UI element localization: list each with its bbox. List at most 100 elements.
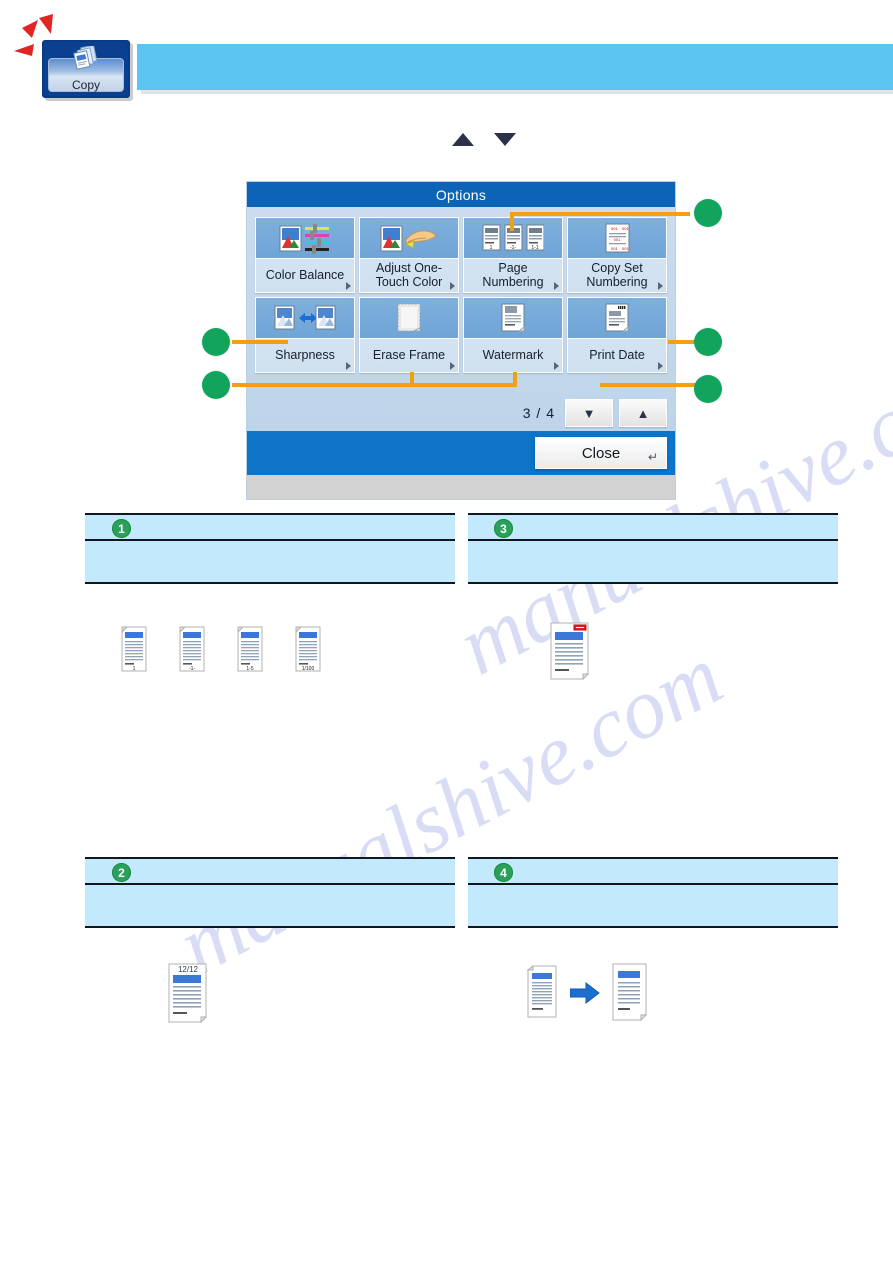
sample-doc-before-erase [526, 965, 557, 1018]
option-button-copy-set-numbering[interactable]: 001 001 001 001 001 Copy Set Numbering [567, 217, 667, 293]
color-balance-icon [256, 218, 354, 259]
option-button-watermark[interactable]: Watermark [463, 297, 563, 373]
callout-marker-5 [694, 375, 722, 403]
copy-tab-label: Copy [71, 78, 100, 92]
option-label: Copy Set Numbering [586, 261, 648, 289]
svg-text:1/100: 1/100 [302, 666, 315, 672]
options-grid: Color Balance Adjust One- Touch Color 1 … [255, 217, 667, 373]
arrow-right-icon [570, 981, 600, 1005]
dialog-pager: 3 / 4 ▼ ▲ [523, 399, 667, 427]
sample-doc-page-number-1: 1 [121, 626, 147, 672]
figure-group-print-date [548, 622, 592, 682]
close-button-label: Close [581, 444, 621, 462]
svg-text:001: 001 [611, 246, 618, 251]
description-panel-3 [468, 513, 838, 584]
chevron-right-icon [346, 362, 351, 370]
watermark-text-2: manualshive.com [162, 626, 737, 994]
option-button-print-date[interactable]: Print Date [567, 297, 667, 373]
svg-text:001: 001 [622, 246, 629, 251]
copy-documents-icon [69, 44, 103, 70]
panel-3-body [468, 541, 838, 584]
panel-4-heading [468, 859, 838, 885]
svg-text:1-1: 1-1 [531, 245, 538, 251]
sample-doc-after-erase [612, 963, 648, 1022]
page-indicator: 3 / 4 [522, 405, 555, 421]
banner-shadow [141, 90, 893, 94]
description-panel-4 [468, 857, 838, 928]
svg-text:001: 001 [614, 237, 621, 242]
dialog-footer: Close ↵ [247, 431, 675, 475]
chevron-right-icon [554, 362, 559, 370]
svg-text:-1-: -1- [189, 666, 195, 672]
triangle-up-icon: ▲ [636, 405, 650, 421]
svg-text:1: 1 [133, 666, 136, 672]
callout-marker-2 [202, 328, 230, 356]
leader-line-5h [600, 383, 700, 387]
page-prev-button[interactable]: ▼ [565, 399, 613, 427]
svg-text:1: 1 [490, 245, 493, 251]
option-button-erase-frame[interactable]: Erase Frame [359, 297, 459, 373]
leader-line-1h [510, 212, 690, 216]
triangle-down-icon [494, 133, 516, 146]
option-label: Print Date [589, 347, 645, 362]
sample-doc-page-number-3: 1-5 [237, 626, 263, 672]
sample-doc-page-number-4: 1/100 [295, 626, 321, 672]
sample-doc-page-number-2: -1- [179, 626, 205, 672]
panel-4-number-badge: 4 [494, 863, 513, 882]
triangle-up-icon [452, 133, 474, 146]
chevron-right-icon [658, 362, 663, 370]
leader-line-1v [510, 212, 514, 231]
watermark-icon [464, 298, 562, 339]
options-dialog: Options Color Balance Adjust One- Touch … [246, 181, 676, 500]
enter-return-icon: ↵ [647, 450, 658, 464]
triangle-down-icon: ▼ [582, 405, 596, 421]
option-button-adjust-one-touch-color[interactable]: Adjust One- Touch Color [359, 217, 459, 293]
figure-group-page-numbering: 1 -1- 1-5 1/100 [118, 626, 324, 673]
leader-line-3v-a [410, 372, 414, 387]
copy-set-numbering-icon: 001 001 001 001 001 [568, 218, 666, 259]
option-label: Page Numbering [482, 261, 544, 289]
print-date-icon [568, 298, 666, 339]
panel-4-body [468, 885, 838, 928]
panel-1-heading [85, 515, 455, 541]
leader-line-2h [232, 340, 288, 344]
callout-marker-1 [694, 199, 722, 227]
option-label: Color Balance [265, 267, 345, 282]
panel-2-heading [85, 859, 455, 885]
figure-group-erase-frame [524, 963, 650, 1023]
header-banner [137, 44, 893, 90]
option-button-color-balance[interactable]: Color Balance [255, 217, 355, 293]
copy-tab[interactable]: Copy [42, 40, 130, 98]
erase-frame-icon [360, 298, 458, 339]
chevron-right-icon [658, 282, 663, 290]
panel-1-body [85, 541, 455, 584]
option-label: Adjust One- Touch Color [375, 261, 443, 289]
leader-line-3v-b [513, 372, 517, 387]
panel-3-number-badge: 3 [494, 519, 513, 538]
sharpness-icon [256, 298, 354, 339]
option-button-sharpness[interactable]: Sharpness [255, 297, 355, 373]
close-button[interactable]: Close ↵ [535, 437, 667, 469]
option-label: Watermark [482, 347, 544, 362]
scroll-hint-arrows [452, 130, 516, 150]
dialog-body: Color Balance Adjust One- Touch Color 1 … [247, 207, 675, 431]
option-label: Erase Frame [372, 347, 446, 362]
chevron-right-icon [450, 282, 455, 290]
description-panel-1 [85, 513, 455, 584]
description-panel-2 [85, 857, 455, 928]
chevron-right-icon [450, 362, 455, 370]
dialog-title: Options [247, 182, 675, 207]
flash-mark-icon-2 [37, 14, 55, 38]
adjust-one-touch-color-icon [360, 218, 458, 259]
figure-group-copy-set-numbering: 12/12 [166, 963, 210, 1025]
svg-text:12/12: 12/12 [178, 965, 199, 974]
panel-3-heading [468, 515, 838, 541]
flash-mark-icon-3 [12, 42, 36, 58]
page-next-button[interactable]: ▲ [619, 399, 667, 427]
panel-1-number-badge: 1 [112, 519, 131, 538]
dialog-bottom-strip [247, 475, 675, 499]
sample-doc-print-date [550, 622, 590, 681]
callout-marker-3 [202, 371, 230, 399]
chevron-right-icon [346, 282, 351, 290]
panel-2-number-badge: 2 [112, 863, 131, 882]
